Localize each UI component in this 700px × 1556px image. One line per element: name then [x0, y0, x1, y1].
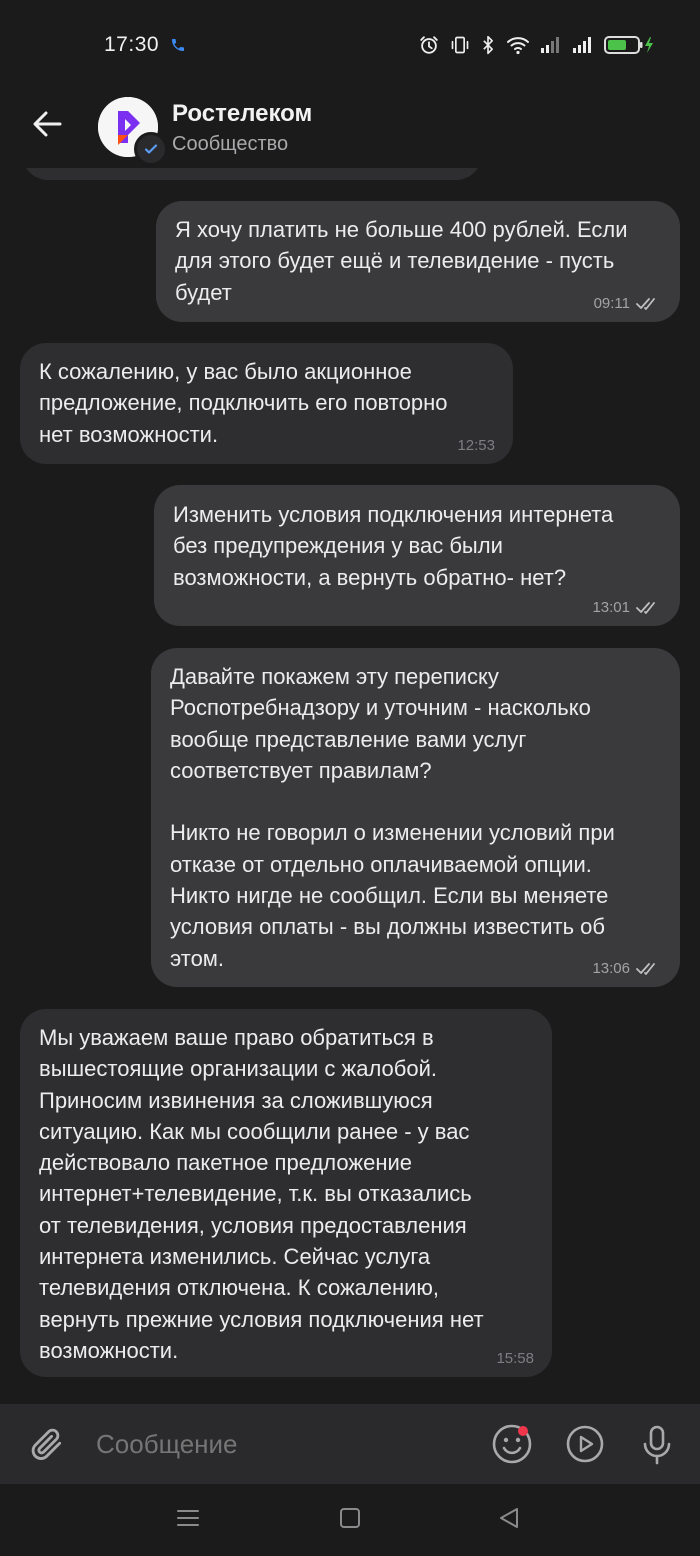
status-time: 17:30	[104, 33, 160, 56]
chat-title[interactable]: Ростелеком	[172, 100, 312, 128]
message-meta: 12:53	[457, 437, 495, 454]
triangle-back-icon	[500, 1508, 518, 1528]
message-time: 13:06	[592, 960, 630, 977]
status-bar: 17:30	[0, 0, 700, 92]
chat-subtitle: Сообщество	[172, 133, 289, 155]
message-list[interactable]: Я хочу платить не больше 400 рублей. Есл…	[0, 168, 700, 1404]
message-bubble-outgoing[interactable]: Изменить условия подключения интернета б…	[154, 485, 680, 626]
message-composer	[0, 1404, 700, 1484]
verified-badge-icon	[134, 132, 168, 166]
vibrate-icon	[450, 35, 470, 55]
back-button[interactable]	[28, 104, 68, 144]
message-text: Изменить условия подключения интернета б…	[173, 502, 614, 590]
message-input[interactable]	[94, 1428, 468, 1461]
play-circle-icon	[566, 1425, 604, 1463]
square-icon	[340, 1508, 360, 1528]
message-time: 13:01	[592, 599, 630, 616]
signal-icon-1	[540, 36, 562, 54]
paperclip-icon	[31, 1428, 62, 1460]
double-check-icon	[636, 297, 655, 310]
menu-lines-icon	[177, 1510, 199, 1526]
message-text: Мы уважаем ваше право обратиться в вышес…	[39, 1025, 484, 1363]
message-text: К сожалению, у вас было акционное предло…	[39, 359, 448, 447]
microphone-icon	[643, 1425, 671, 1465]
wifi-icon	[506, 35, 530, 55]
system-navigation-bar	[0, 1484, 700, 1556]
video-message-button[interactable]	[565, 1424, 605, 1469]
back-nav-button[interactable]	[497, 1506, 521, 1535]
double-check-icon	[636, 962, 655, 975]
message-meta: 09:11	[594, 295, 662, 312]
message-meta: 15:58	[496, 1350, 534, 1367]
message-meta: 13:01	[592, 599, 662, 616]
signal-icon-2	[572, 36, 594, 54]
home-button[interactable]	[338, 1506, 362, 1535]
call-icon	[170, 37, 186, 58]
message-text: Я хочу платить не больше 400 рублей. Есл…	[175, 217, 628, 305]
message-meta: 13:06	[592, 960, 662, 977]
message-bubble-outgoing[interactable]: Я хочу платить не больше 400 рублей. Есл…	[156, 201, 680, 322]
battery-icon	[604, 35, 656, 55]
chat-header: Ростелеком Сообщество	[0, 92, 700, 168]
message-time: 09:11	[593, 295, 630, 312]
recents-button[interactable]	[176, 1506, 200, 1535]
voice-message-button[interactable]	[640, 1424, 674, 1471]
message-bubble-partial	[22, 168, 482, 180]
notification-dot	[518, 1426, 528, 1436]
message-time: 12:53	[457, 437, 495, 454]
arrow-left-icon	[33, 111, 62, 137]
bluetooth-icon	[480, 35, 496, 55]
double-check-icon	[636, 601, 655, 614]
message-bubble-incoming[interactable]: К сожалению, у вас было акционное предло…	[20, 343, 513, 464]
attach-button[interactable]	[28, 1424, 66, 1469]
message-time: 15:58	[496, 1350, 534, 1367]
message-bubble-incoming[interactable]: Мы уважаем ваше право обратиться в вышес…	[20, 1009, 552, 1377]
message-bubble-outgoing[interactable]: Давайте покажем эту переписку Роспотребн…	[151, 648, 680, 987]
message-text: Давайте покажем эту переписку Роспотребн…	[170, 664, 615, 971]
alarm-icon	[418, 34, 440, 56]
